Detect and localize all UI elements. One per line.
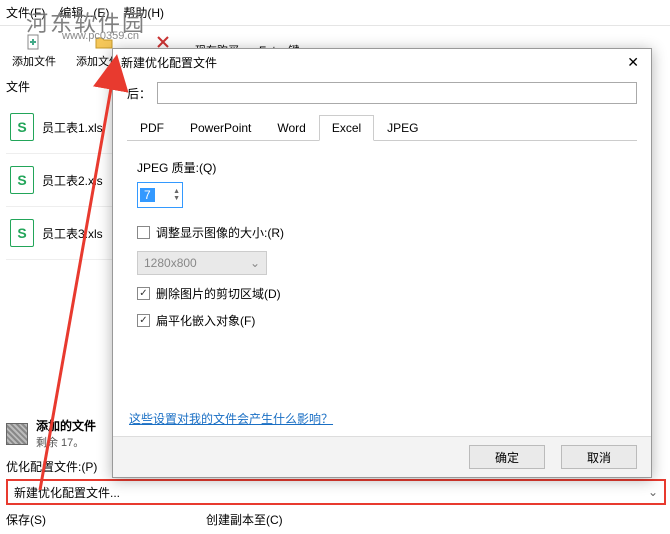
excel-tab-content: JPEG 质量:(Q) 7 ▲▼ 调整显示图像的大小:(R) 1280x800 … [127, 155, 637, 343]
new-profile-dialog: 新建优化配置文件 ✕ 后： PDF PowerPoint Word Excel … [112, 48, 652, 478]
resolution-value: 1280x800 [144, 256, 197, 270]
save-row: 保存(S) 创建副本至(C) [6, 511, 662, 528]
ok-button[interactable]: 确定 [469, 445, 545, 469]
added-files-label: 添加的文件 [36, 417, 96, 434]
tab-pdf[interactable]: PDF [127, 115, 177, 141]
files-icon [6, 423, 28, 445]
profile-select[interactable]: 新建优化配置文件... ⌄ [6, 479, 666, 505]
resize-checkbox[interactable] [137, 226, 150, 239]
profile-select-value: 新建优化配置文件... [14, 484, 120, 501]
tab-powerpoint[interactable]: PowerPoint [177, 115, 264, 141]
name-input[interactable] [157, 82, 637, 104]
type-tabs: PDF PowerPoint Word Excel JPEG [127, 114, 637, 141]
dialog-title: 新建优化配置文件 [121, 54, 217, 71]
resize-row[interactable]: 调整显示图像的大小:(R) [137, 224, 627, 241]
cancel-button[interactable]: 取消 [561, 445, 637, 469]
copy-to-label: 创建副本至(C) [206, 511, 283, 528]
tab-word[interactable]: Word [264, 115, 318, 141]
spinner-arrows-icon[interactable]: ▲▼ [173, 188, 180, 202]
save-label: 保存(S) [6, 511, 46, 528]
remaining-label: 剩余 17。 [36, 434, 96, 450]
xls-file-icon [10, 166, 34, 194]
crop-checkbox[interactable] [137, 287, 150, 300]
crop-label: 删除图片的剪切区域(D) [156, 285, 281, 302]
name-field-label: 后： [127, 85, 151, 102]
dialog-footer: 确定 取消 [113, 436, 651, 477]
xls-file-icon [10, 219, 34, 247]
resize-label: 调整显示图像的大小:(R) [156, 224, 284, 241]
jpeg-quality-value: 7 [140, 188, 155, 202]
flatten-checkbox[interactable] [137, 314, 150, 327]
name-field-row: 后： [127, 82, 637, 104]
flatten-label: 扁平化嵌入对象(F) [156, 312, 255, 329]
file-name: 员工表3.xls [42, 225, 103, 242]
chevron-down-icon: ⌄ [648, 485, 658, 499]
jpeg-quality-spinner[interactable]: 7 ▲▼ [137, 182, 183, 208]
watermark-url: www.pc0359.cn [62, 30, 139, 42]
dialog-titlebar: 新建优化配置文件 ✕ [113, 49, 651, 76]
file-name: 员工表2.xls [42, 172, 103, 189]
file-name: 员工表1.xls [42, 119, 103, 136]
jpeg-quality-label: JPEG 质量:(Q) [137, 159, 627, 176]
flatten-row[interactable]: 扁平化嵌入对象(F) [137, 312, 627, 329]
chevron-down-icon: ⌄ [250, 256, 260, 270]
dialog-body: 后： PDF PowerPoint Word Excel JPEG JPEG 质… [113, 76, 651, 353]
crop-row[interactable]: 删除图片的剪切区域(D) [137, 285, 627, 302]
tab-jpeg[interactable]: JPEG [374, 115, 431, 141]
resolution-select: 1280x800 ⌄ [137, 251, 267, 275]
tab-excel[interactable]: Excel [319, 115, 374, 141]
close-icon[interactable]: ✕ [623, 54, 643, 71]
xls-file-icon [10, 113, 34, 141]
add-file-label: 添加文件 [12, 53, 56, 69]
help-link[interactable]: 这些设置对我的文件会产生什么影响？ [129, 410, 333, 427]
